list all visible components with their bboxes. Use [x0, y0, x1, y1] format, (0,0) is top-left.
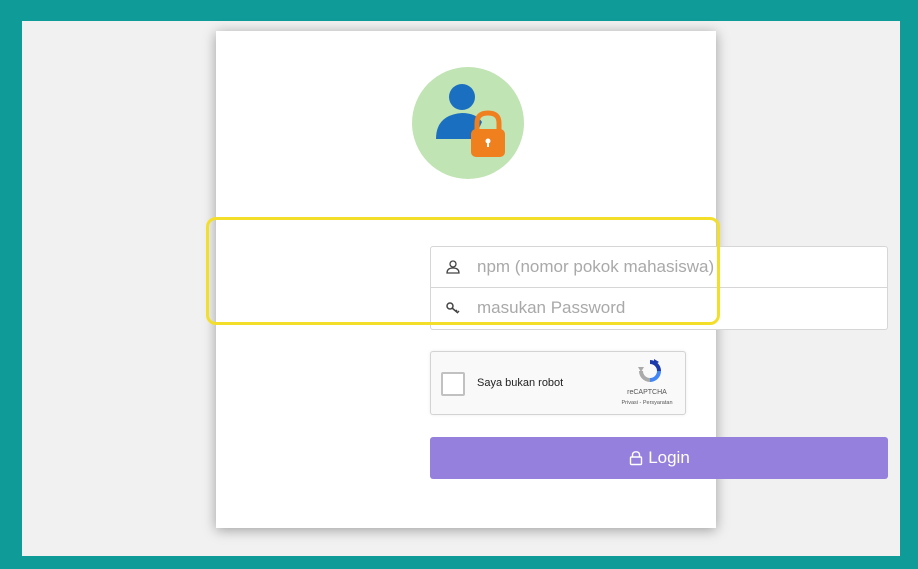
highlight-box: [206, 217, 720, 325]
recaptcha-terms-link[interactable]: Privasi - Persyaratan: [607, 400, 687, 406]
login-button[interactable]: Login: [430, 437, 888, 479]
screen-background: Saya bukan robot reCAPTCHA Privasi - Per…: [22, 21, 900, 556]
user-lock-icon: [412, 67, 524, 179]
recaptcha-widget: Saya bukan robot reCAPTCHA Privasi - Per…: [430, 351, 686, 415]
recaptcha-label: Saya bukan robot: [477, 377, 564, 389]
lock-icon: [629, 451, 643, 466]
login-label: Login: [648, 448, 690, 467]
recaptcha-checkbox[interactable]: [441, 372, 465, 396]
recaptcha-brand: reCAPTCHA: [627, 389, 667, 396]
recaptcha-logo-icon: [638, 359, 661, 382]
